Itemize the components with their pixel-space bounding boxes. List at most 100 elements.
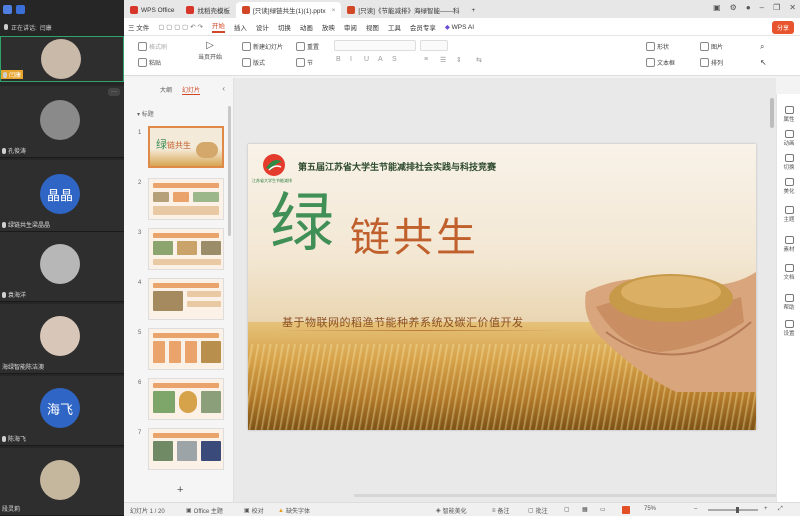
rail-beautify[interactable]: 美化 bbox=[777, 178, 800, 195]
tab-document-1[interactable]: [只读]绿链共生(1)(1).pptx × bbox=[235, 2, 342, 18]
tab-wps-office[interactable]: WPS Office bbox=[124, 2, 180, 18]
close-icon[interactable]: ✕ bbox=[789, 3, 796, 12]
textbox-button[interactable]: 文本框 bbox=[646, 58, 675, 67]
menu-home[interactable]: 开始 bbox=[211, 20, 225, 33]
quick-access-icons[interactable]: ▢ ▢ ▢ ▢ ↶ ↷ bbox=[158, 23, 203, 31]
canvas-vertical-scrollbar[interactable] bbox=[770, 98, 774, 128]
menu-review[interactable]: 审阅 bbox=[344, 22, 357, 32]
tab-slides[interactable]: 幻灯片 bbox=[182, 85, 201, 95]
tab-template[interactable]: 找稻壳模板 bbox=[180, 2, 236, 18]
font-color-icon[interactable]: A bbox=[378, 56, 383, 63]
zoom-in-icon[interactable]: + bbox=[764, 506, 768, 512]
pane-scrollbar[interactable] bbox=[228, 106, 231, 236]
rail-animation[interactable]: 动画 bbox=[777, 130, 800, 147]
rail-help[interactable]: 帮助 bbox=[777, 294, 800, 311]
menu-member[interactable]: 会员专享 bbox=[410, 22, 436, 32]
bold-icon[interactable]: B bbox=[336, 56, 341, 63]
close-tab-icon[interactable]: × bbox=[332, 7, 336, 14]
menu-slideshow[interactable]: 放映 bbox=[322, 22, 335, 32]
tab-outline[interactable]: 大纲 bbox=[160, 85, 172, 95]
rail-assets[interactable]: 素材 bbox=[777, 236, 800, 253]
slide[interactable]: 江苏省大学生节能减排 第五届江苏省大学生节能减排社会实践与科技竞赛 绿 链共生 … bbox=[248, 144, 756, 430]
shape-button[interactable]: 形状 bbox=[646, 42, 669, 51]
missing-font-button[interactable]: ▲ 缺失字体 bbox=[278, 506, 310, 516]
layout-button[interactable]: 版式 bbox=[242, 58, 265, 67]
slide-thumbnail[interactable] bbox=[148, 428, 224, 470]
more-options-button[interactable]: ··· bbox=[108, 88, 120, 96]
fit-window-icon[interactable]: ⤢ bbox=[778, 506, 783, 513]
maximize-icon[interactable]: ❐ bbox=[773, 3, 780, 12]
slide-thumbnail[interactable]: 绿链共生 bbox=[148, 126, 224, 168]
comments-button[interactable]: ▢ 批注 bbox=[528, 506, 548, 515]
menu-animation[interactable]: 动画 bbox=[300, 22, 313, 32]
add-slide-button[interactable]: + bbox=[177, 484, 183, 496]
slideshow-play-icon[interactable] bbox=[622, 506, 630, 514]
select-button[interactable]: ↖ bbox=[760, 58, 767, 67]
view-normal-icon[interactable]: ▢ bbox=[564, 506, 570, 513]
search-button[interactable]: ⌕ bbox=[760, 42, 764, 52]
list-icon[interactable]: ☰ bbox=[440, 56, 446, 64]
text-direction-icon[interactable]: ⇆ bbox=[476, 56, 482, 64]
slide-thumbnail[interactable] bbox=[148, 328, 224, 370]
view-sorter-icon[interactable]: ▦ bbox=[582, 506, 588, 513]
spacing-icon[interactable]: ⇕ bbox=[456, 56, 462, 64]
slide-thumbnail[interactable] bbox=[148, 278, 224, 320]
canvas-horizontal-scrollbar[interactable] bbox=[354, 494, 800, 498]
skin-icon[interactable]: ▣ bbox=[713, 3, 721, 12]
format-painter-button[interactable]: 格式刷 bbox=[138, 42, 167, 51]
user-icon[interactable]: ● bbox=[746, 3, 751, 12]
zoom-level[interactable]: 75% bbox=[644, 506, 656, 512]
view-reading-icon[interactable]: ▭ bbox=[600, 506, 606, 513]
play-current-button[interactable]: ▷ 当页开始 bbox=[198, 40, 222, 61]
participant-tile[interactable]: 段灵莉 bbox=[0, 448, 124, 516]
new-slide-button[interactable]: 新建幻灯片 bbox=[242, 42, 283, 51]
participant-tile[interactable]: 晶晶 绿链共生梁晶晶 bbox=[0, 160, 124, 232]
menu-wps-ai[interactable]: ◆ WPS AI bbox=[445, 23, 474, 31]
smart-beautify-button[interactable]: ◈ 智能美化 bbox=[436, 506, 467, 515]
menu-view[interactable]: 视图 bbox=[366, 22, 379, 32]
arrange-button[interactable]: 排列 bbox=[700, 58, 723, 67]
proofing-button[interactable]: ▣ 校对 bbox=[244, 506, 264, 515]
slide-thumbnail[interactable] bbox=[148, 228, 224, 270]
rail-theme[interactable]: 主题 bbox=[777, 206, 800, 223]
settings-icon[interactable]: ⚙ bbox=[730, 3, 737, 12]
participant-tile[interactable]: ··· 孔俊涛 bbox=[0, 86, 124, 158]
menu-file[interactable]: 三 文件 bbox=[128, 22, 149, 32]
theme-name[interactable]: ▣ Office 主题 bbox=[186, 506, 223, 515]
section-button[interactable]: 节 bbox=[296, 58, 313, 67]
menu-transition[interactable]: 切换 bbox=[278, 22, 291, 32]
paste-button[interactable]: 粘贴 bbox=[138, 58, 161, 67]
slide-thumbnail[interactable] bbox=[148, 178, 224, 220]
collapse-pane-icon[interactable]: ‹ bbox=[222, 84, 225, 93]
section-title[interactable]: ▾ 标题 bbox=[137, 109, 154, 118]
participant-tile[interactable]: 袁海洋 bbox=[0, 232, 124, 302]
participant-tile[interactable]: 闫康 bbox=[0, 36, 124, 82]
rail-properties[interactable]: 属性 bbox=[777, 106, 800, 123]
minimize-icon[interactable]: – bbox=[760, 3, 764, 12]
menu-design[interactable]: 设计 bbox=[256, 22, 269, 32]
participant-tile[interactable]: 海绿智能陈洁澳 bbox=[0, 304, 124, 374]
font-size-select[interactable] bbox=[420, 40, 448, 51]
zoom-out-icon[interactable]: – bbox=[694, 506, 697, 512]
reset-button[interactable]: 重置 bbox=[296, 42, 319, 51]
share-button[interactable]: 分享 bbox=[771, 21, 794, 34]
picture-button[interactable]: 图片 bbox=[700, 42, 723, 51]
zoom-slider[interactable] bbox=[708, 509, 758, 511]
layout-icon[interactable] bbox=[3, 4, 12, 14]
menu-insert[interactable]: 插入 bbox=[234, 22, 247, 32]
rail-library[interactable]: 文档 bbox=[777, 264, 800, 281]
tab-document-2[interactable]: [只读]《节能减排》海绿智能——科 bbox=[341, 2, 465, 18]
participant-tile[interactable]: 海飞 陈海飞 bbox=[0, 376, 124, 446]
grid-icon[interactable] bbox=[16, 4, 25, 14]
zoom-slider-knob[interactable] bbox=[736, 507, 739, 513]
menu-tools[interactable]: 工具 bbox=[388, 22, 401, 32]
strikethrough-icon[interactable]: S bbox=[392, 56, 397, 63]
italic-icon[interactable]: I bbox=[350, 56, 352, 63]
slide-thumbnail[interactable] bbox=[148, 378, 224, 420]
notes-button[interactable]: ≡ 备注 bbox=[492, 506, 510, 516]
rail-transition[interactable]: 切换 bbox=[777, 154, 800, 171]
font-name-select[interactable] bbox=[334, 40, 416, 51]
underline-icon[interactable]: U bbox=[364, 56, 369, 63]
rail-settings[interactable]: 设置 bbox=[777, 320, 800, 337]
align-icon[interactable]: ≡ bbox=[424, 56, 428, 63]
